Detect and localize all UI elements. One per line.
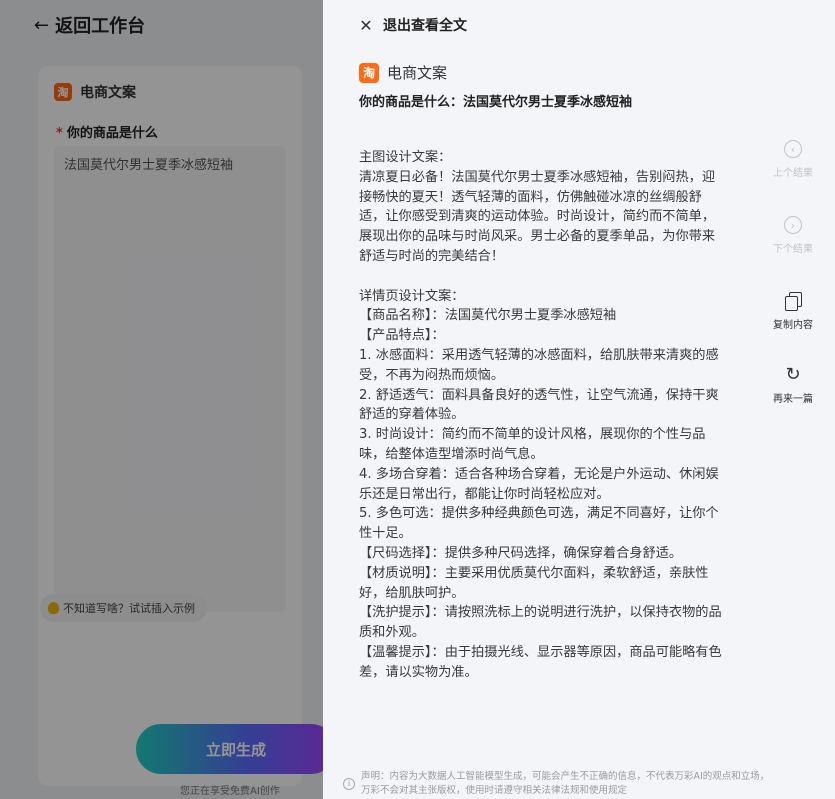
article-paragraph bbox=[359, 267, 727, 287]
article-paragraph: 5. 多色可选：提供多种经典颜色可选，满足不同喜好，让你个性十足。 bbox=[359, 506, 719, 542]
copy-icon bbox=[785, 292, 802, 311]
article-paragraph: 【商品名称】：法国莫代尔男士夏季冰感短袖 bbox=[359, 308, 617, 324]
prev-result-button[interactable]: ‹ 上个结果 bbox=[763, 140, 823, 179]
product-question: 你的商品是什么：法国莫代尔男士夏季冰感短袖 bbox=[359, 95, 633, 110]
article-paragraph: 详情页设计文案： bbox=[359, 288, 465, 304]
full-text-drawer: ✕ 退出查看全文 淘 电商文案 你的商品是什么：法国莫代尔男士夏季冰感短袖 主图… bbox=[323, 0, 835, 799]
article-paragraph: 【材质说明】：主要采用优质莫代尔面料，柔软舒适，亲肤性好，给肌肤呵护。 bbox=[359, 565, 709, 601]
disclaimer-text: 声明：内容为大数据人工智能模型生成，可能会产生不正确的信息，不代表万彩AI的观点… bbox=[361, 771, 770, 796]
article-paragraph: 4. 多场合穿着：适合各种场合穿着，无论是户外运动、休闲娱乐还是日常出行，都能让… bbox=[359, 466, 719, 502]
chevron-right-icon: › bbox=[784, 216, 802, 234]
category-tag: 淘 电商文案 bbox=[359, 62, 447, 83]
next-result-button[interactable]: › 下个结果 bbox=[763, 216, 823, 255]
article-paragraph: 3. 时尚设计：简约而不简单的设计风格，展现你的个性与品味，给整体造型增添时尚气… bbox=[359, 427, 706, 462]
copy-content-button[interactable]: 复制内容 bbox=[763, 292, 823, 331]
refresh-icon: ↻ bbox=[785, 364, 801, 385]
copy-content-label: 复制内容 bbox=[773, 320, 813, 331]
close-icon[interactable]: ✕ bbox=[357, 16, 375, 35]
chevron-left-icon: ‹ bbox=[784, 140, 802, 158]
generated-article: 主图设计文案： 清凉夏日必备！法国莫代尔男士夏季冰感短袖，告别闷热，迎接畅快的夏天… bbox=[359, 148, 727, 683]
disclaimer: i 声明：内容为大数据人工智能模型生成，可能会产生不正确的信息，不代表万彩AI的… bbox=[343, 770, 773, 798]
taobao-icon: 淘 bbox=[359, 62, 379, 83]
article-paragraph: 2. 舒适透气：面料具备良好的透气性，让空气流通，保持干爽舒适的穿着体验。 bbox=[359, 387, 719, 423]
article-paragraph: 【温馨提示】：由于拍摄光线、显示器等原因，商品可能略有色差，请以实物为准。 bbox=[359, 644, 722, 680]
article-paragraph: 【尺码选择】：提供多种尺码选择，确保穿着合身舒适。 bbox=[359, 545, 683, 561]
prev-result-label: 上个结果 bbox=[773, 168, 813, 179]
article-paragraph: 1. 冰感面料：采用透气轻薄的冰感面料，给肌肤带来清爽的感受，不再为闷热而烦恼。 bbox=[359, 347, 719, 383]
info-icon: i bbox=[343, 778, 355, 790]
category-label: 电商文案 bbox=[387, 64, 448, 82]
next-result-label: 下个结果 bbox=[773, 244, 813, 255]
article-paragraph: 清凉夏日必备！法国莫代尔男士夏季冰感短袖，告别闷热，迎接畅快的夏天！透气轻薄的面… bbox=[359, 169, 716, 264]
generate-again-label: 再来一篇 bbox=[773, 394, 813, 405]
article-paragraph: 主图设计文案： bbox=[359, 150, 452, 165]
generate-again-button[interactable]: ↻ 再来一篇 bbox=[763, 364, 823, 406]
exit-full-text-button[interactable]: 退出查看全文 bbox=[383, 16, 467, 36]
article-paragraph: 【产品特点】： bbox=[359, 328, 445, 344]
article-paragraph: 【洗护提示】：请按照洗标上的说明进行洗护，以保持衣物的品质和外观。 bbox=[359, 605, 722, 641]
